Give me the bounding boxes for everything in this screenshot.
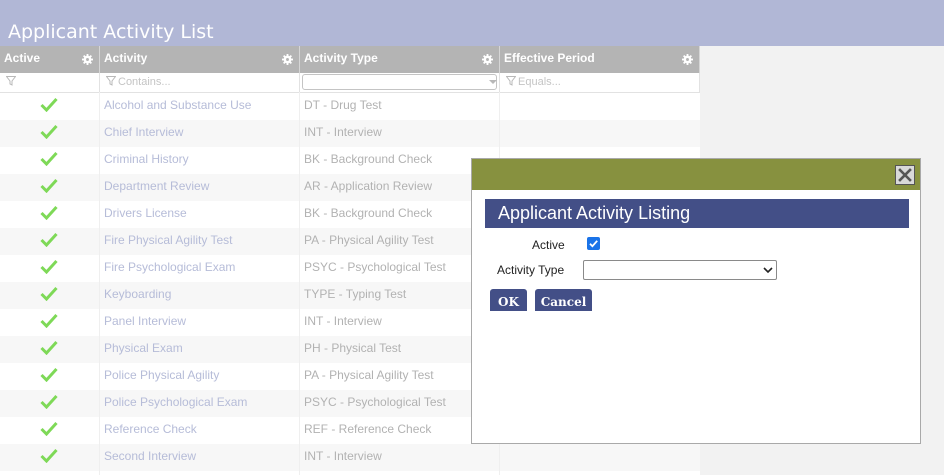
filter-icon[interactable] xyxy=(106,76,116,86)
check-icon xyxy=(40,259,58,274)
column-divider xyxy=(99,92,100,475)
activity-type-cell[interactable]: REF - Reference Check xyxy=(300,417,500,444)
activity-cell[interactable]: Second Interview xyxy=(100,444,300,471)
activity-cell[interactable]: Police Physical Agility xyxy=(100,363,300,390)
activity-type-select[interactable] xyxy=(583,260,777,280)
activity-cell[interactable]: Department Review xyxy=(100,174,300,201)
column-divider xyxy=(299,92,300,475)
activity-type-cell[interactable]: PA - Physical Agility Test xyxy=(300,363,500,390)
activity-type-cell[interactable]: PA - Physical Agility Test xyxy=(300,228,500,255)
close-icon xyxy=(898,168,912,182)
activity-type-cell[interactable]: INT - Interview xyxy=(300,309,500,336)
check-icon xyxy=(40,286,58,301)
check-icon xyxy=(40,151,58,166)
filter-effective-period[interactable]: Equals... xyxy=(500,73,700,92)
ok-button[interactable]: OK xyxy=(490,289,527,311)
table-row[interactable]: Alcohol and Substance Use DT - Drug Test xyxy=(0,93,700,120)
activity-type-cell[interactable]: INT - Interview xyxy=(300,120,500,147)
activity-cell[interactable]: Chief Interview xyxy=(100,120,300,147)
activity-cell[interactable]: Physical Exam xyxy=(100,336,300,363)
close-button[interactable] xyxy=(895,165,915,185)
active-checkbox[interactable] xyxy=(587,237,600,250)
check-icon xyxy=(40,313,58,328)
check-icon xyxy=(40,232,58,247)
grid-header: Active Activity Activity Type Effective … xyxy=(0,46,700,73)
column-header-activity-type[interactable]: Activity Type xyxy=(300,46,500,73)
activity-type-cell[interactable]: BK - Background Check xyxy=(300,147,500,174)
table-row[interactable]: Chief Interview INT - Interview xyxy=(0,120,700,147)
activity-type-cell[interactable]: INT - Interview xyxy=(300,444,500,471)
column-header-label: Effective Period xyxy=(504,51,595,65)
activity-cell[interactable]: Fire Physical Agility Test xyxy=(100,228,300,255)
gear-icon[interactable] xyxy=(282,54,293,65)
active-label: Active xyxy=(532,238,565,252)
activity-cell[interactable]: Police Psychological Exam xyxy=(100,390,300,417)
cancel-button[interactable]: Cancel xyxy=(535,289,592,311)
activity-cell[interactable]: Reference Check xyxy=(100,417,300,444)
column-header-activity[interactable]: Activity xyxy=(100,46,300,73)
activity-cell[interactable]: Alcohol and Substance Use xyxy=(100,93,300,120)
activity-type-cell[interactable]: AR - Application Review xyxy=(300,174,500,201)
table-row[interactable]: Second Interview INT - Interview xyxy=(0,444,700,471)
activity-type-cell[interactable]: PSYC - Psychological Test xyxy=(300,390,500,417)
chevron-down-icon[interactable] xyxy=(487,74,499,90)
column-header-effective-period[interactable]: Effective Period xyxy=(500,46,700,73)
activity-cell[interactable]: Panel Interview xyxy=(100,309,300,336)
gear-icon[interactable] xyxy=(482,54,493,65)
activity-type-cell[interactable]: BK - Background Check xyxy=(300,201,500,228)
check-icon xyxy=(40,124,58,139)
chevron-down-icon xyxy=(763,267,773,274)
filter-activity-type-input[interactable] xyxy=(302,74,497,90)
check-icon xyxy=(40,367,58,382)
filter-active[interactable] xyxy=(0,73,100,92)
column-header-label: Activity Type xyxy=(304,51,378,65)
activity-cell[interactable]: Drivers License xyxy=(100,201,300,228)
activity-type-cell[interactable]: TYPE - Typing Test xyxy=(300,282,500,309)
gear-icon[interactable] xyxy=(82,54,93,65)
gear-icon[interactable] xyxy=(682,54,693,65)
dialog-titlebar[interactable] xyxy=(472,159,920,190)
check-icon xyxy=(40,421,58,436)
filter-activity-type[interactable] xyxy=(300,73,500,92)
column-header-label: Active xyxy=(4,51,41,65)
column-header-active[interactable]: Active xyxy=(0,46,100,73)
check-icon xyxy=(40,205,58,220)
applicant-activity-dialog: Applicant Activity Listing Active Activi… xyxy=(471,158,921,444)
activity-cell[interactable]: Criminal History xyxy=(100,147,300,174)
checkmark-icon xyxy=(589,240,598,248)
filter-icon[interactable] xyxy=(6,76,16,86)
check-icon xyxy=(40,340,58,355)
check-icon xyxy=(40,448,58,463)
page-title: Applicant Activity List xyxy=(8,21,214,43)
activity-type-label: Activity Type xyxy=(497,263,565,277)
dialog-heading: Applicant Activity Listing xyxy=(485,199,909,228)
activity-type-cell[interactable]: PH - Physical Test xyxy=(300,336,500,363)
filter-icon[interactable] xyxy=(506,76,516,86)
filter-activity[interactable]: Contains... xyxy=(100,73,300,92)
activity-cell[interactable]: Fire Psychological Exam xyxy=(100,255,300,282)
activity-type-cell[interactable]: DT - Drug Test xyxy=(300,93,500,120)
filter-activity-placeholder: Contains... xyxy=(118,76,171,88)
activity-type-cell[interactable]: PSYC - Psychological Test xyxy=(300,255,500,282)
filter-row: Contains... Equals... xyxy=(0,73,700,93)
check-icon xyxy=(40,394,58,409)
check-icon xyxy=(40,178,58,193)
filter-period-placeholder: Equals... xyxy=(518,76,561,88)
activity-cell[interactable]: Keyboarding xyxy=(100,282,300,309)
column-header-label: Activity xyxy=(104,51,148,65)
check-icon xyxy=(40,97,58,112)
